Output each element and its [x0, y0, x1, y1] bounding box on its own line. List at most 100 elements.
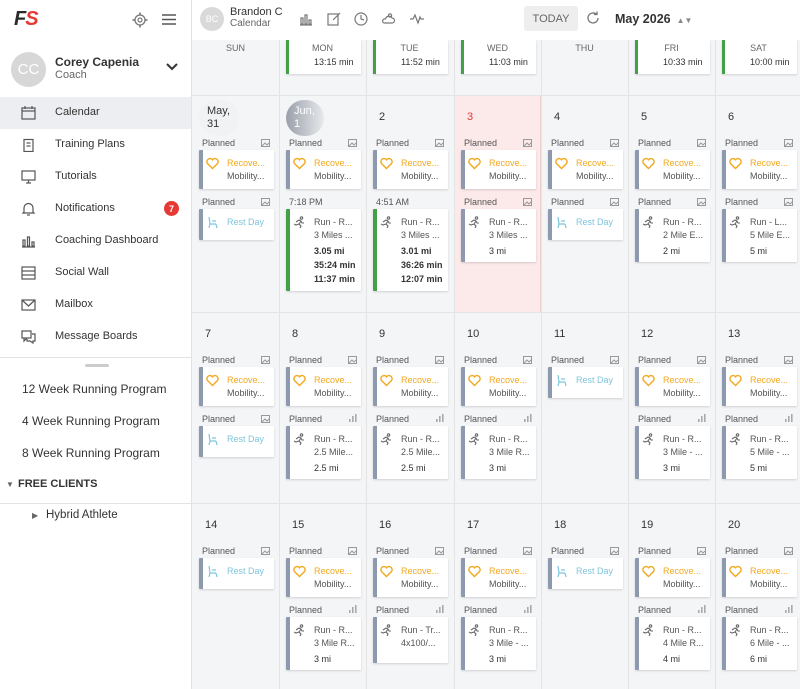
run-workout-card[interactable]: Run - R... 4 Mile R... 4 mi — [635, 617, 710, 670]
rest-day-card[interactable]: Rest Day — [199, 558, 274, 589]
card-title: Run - R... — [750, 625, 789, 635]
profile-switcher[interactable]: CC Corey Capenia Coach — [0, 48, 191, 96]
date-label[interactable]: Jun, 1 — [286, 100, 324, 136]
run-workout-card[interactable]: Run - L... 5 Mile E... 5 mi — [722, 209, 797, 262]
sidebar-item-message-boards[interactable]: Message Boards — [0, 321, 191, 353]
recovery-card[interactable]: Recove... Mobility... — [461, 150, 536, 189]
run-workout-card[interactable]: Run - R... 3 Mile - ... 3 mi — [635, 426, 710, 479]
recovery-card[interactable]: Recove... Mobility... — [199, 150, 274, 189]
date-label[interactable]: 15 — [292, 519, 304, 531]
rest-chair-icon — [557, 216, 567, 229]
sidebar-item-mailbox[interactable]: Mailbox — [0, 289, 191, 321]
client-avatar[interactable]: BC — [200, 7, 224, 31]
date-label[interactable]: 16 — [379, 519, 391, 531]
rest-day-card[interactable]: Rest Day — [548, 209, 623, 240]
rest-day-card[interactable]: Rest Day — [199, 426, 274, 457]
date-label[interactable]: 4 — [554, 111, 560, 123]
date-label[interactable]: 12 — [641, 328, 653, 340]
recovery-card[interactable]: Recove... Mobility... — [722, 150, 797, 189]
run-workout-card[interactable]: Run - R... 2.5 Mile... 2.5 mi — [286, 426, 361, 479]
card-subtitle: Mobility... — [750, 579, 788, 589]
date-label[interactable]: 14 — [205, 519, 217, 531]
date-label[interactable]: 7 — [205, 328, 211, 340]
menu-icon[interactable] — [162, 13, 176, 26]
run-workout-card[interactable]: Run - R... 2.5 Mile... 2.5 mi — [373, 426, 448, 479]
date-label[interactable]: 11 — [554, 328, 565, 340]
app-logo[interactable]: FS — [14, 8, 39, 31]
date-label[interactable]: 13 — [728, 328, 740, 340]
program-link[interactable]: 8 Week Running Program — [22, 446, 160, 460]
recovery-card[interactable]: Recove... Mobility... — [286, 367, 361, 406]
chart-icon — [349, 605, 357, 613]
run-workout-card[interactable]: Run - R... 3 Miles ... 3 mi — [461, 209, 536, 262]
recovery-card[interactable]: Recove... Mobility... — [722, 558, 797, 597]
run-workout-card[interactable]: Run - R... 6 Mile - ... 6 mi — [722, 617, 797, 670]
recovery-card[interactable]: Recove... Mobility... — [635, 367, 710, 406]
activity-icon[interactable] — [410, 12, 424, 26]
sidebar-item-coaching-dashboard[interactable]: Coaching Dashboard — [0, 225, 191, 257]
date-label[interactable]: 10 — [467, 328, 479, 340]
program-link[interactable]: 4 Week Running Program — [22, 414, 160, 428]
date-label[interactable]: 5 — [641, 111, 647, 123]
planned-label: Planned — [202, 197, 236, 207]
today-button[interactable]: TODAY — [524, 6, 578, 31]
clipboard-icon — [23, 138, 34, 152]
recovery-card[interactable]: Recove... Mobility... — [635, 558, 710, 597]
bar-chart-icon[interactable] — [299, 12, 313, 26]
recovery-card[interactable]: Recove... Mobility... — [373, 367, 448, 406]
date-label[interactable]: May, 31 — [199, 100, 239, 136]
recovery-card[interactable]: Recove... Mobility... — [373, 150, 448, 189]
run-workout-card[interactable]: Run - R... 5 Mile - ... 5 mi — [722, 426, 797, 479]
run-workout-card[interactable]: Run - R... 3 Mile R... 3 mi — [461, 426, 536, 479]
notification-badge: 7 — [164, 201, 179, 216]
client-group-item[interactable]: ▶ Hybrid Athlete — [32, 509, 118, 521]
sidebar-item-calendar[interactable]: Calendar — [0, 97, 191, 129]
sidebar-item-social-wall[interactable]: Social Wall — [0, 257, 191, 289]
client-name[interactable]: Brandon C — [230, 6, 283, 18]
recovery-card[interactable]: Recove... Mobility... — [548, 150, 623, 189]
run-workout-card[interactable]: Run - Tr... 4x100/... — [373, 617, 448, 663]
recovery-card[interactable]: Recove... Mobility... — [461, 367, 536, 406]
recovery-card[interactable]: Recove... Mobility... — [199, 367, 274, 406]
card-subtitle: 3 Mile - ... — [663, 447, 703, 457]
edit-icon[interactable] — [327, 12, 341, 26]
recovery-card[interactable]: Recove... Mobility... — [373, 558, 448, 597]
recovery-card[interactable]: Recove... Mobility... — [635, 150, 710, 189]
date-label[interactable]: 18 — [554, 519, 566, 531]
month-selector[interactable]: May 2026 ▲▼ — [615, 12, 692, 26]
chevron-down-icon[interactable] — [166, 62, 178, 72]
program-link[interactable]: 12 Week Running Program — [22, 382, 167, 396]
card-subtitle: 4x100/... — [401, 638, 436, 648]
runner-icon — [293, 624, 304, 637]
recovery-card[interactable]: Recove... Mobility... — [722, 367, 797, 406]
date-label[interactable]: 8 — [292, 328, 298, 340]
run-workout-card[interactable]: Run - R... 2 Mile E... 2 mi — [635, 209, 710, 262]
sidebar-item-tutorials[interactable]: Tutorials — [0, 161, 191, 193]
image-icon — [697, 356, 706, 364]
run-workout-card[interactable]: Run - R... 3 Miles ... 3.05 mi 35:24 min 11:… — [286, 209, 361, 291]
refresh-icon[interactable] — [586, 11, 600, 25]
date-label[interactable]: 3 — [467, 111, 473, 123]
recovery-card[interactable]: Recove... Mobility... — [286, 558, 361, 597]
rest-day-card[interactable]: Rest Day — [548, 367, 623, 398]
date-label[interactable]: 9 — [379, 328, 385, 340]
gear-icon[interactable] — [132, 12, 148, 28]
resize-handle[interactable] — [85, 364, 109, 367]
run-workout-card[interactable]: Run - R... 3 Mile - ... 3 mi — [461, 617, 536, 670]
date-label[interactable]: 19 — [641, 519, 653, 531]
recovery-card[interactable]: Recove... Mobility... — [461, 558, 536, 597]
clock-icon[interactable] — [354, 12, 368, 26]
date-label[interactable]: 20 — [728, 519, 740, 531]
rest-day-card[interactable]: Rest Day — [199, 209, 274, 240]
date-label[interactable]: 6 — [728, 111, 734, 123]
sidebar-item-notifications[interactable]: Notifications 7 — [0, 193, 191, 225]
free-clients-group[interactable]: ▼ FREE CLIENTS — [6, 478, 97, 490]
run-workout-card[interactable]: Run - R... 3 Miles ... 3.01 mi 36:26 min 12:… — [373, 209, 448, 291]
date-label[interactable]: 2 — [379, 111, 385, 123]
rest-day-card[interactable]: Rest Day — [548, 558, 623, 589]
sidebar-item-training-plans[interactable]: Training Plans — [0, 129, 191, 161]
weather-icon[interactable] — [381, 12, 395, 26]
date-label[interactable]: 17 — [467, 519, 479, 531]
run-workout-card[interactable]: Run - R... 3 Mile R... 3 mi — [286, 617, 361, 670]
recovery-card[interactable]: Recove... Mobility... — [286, 150, 361, 189]
